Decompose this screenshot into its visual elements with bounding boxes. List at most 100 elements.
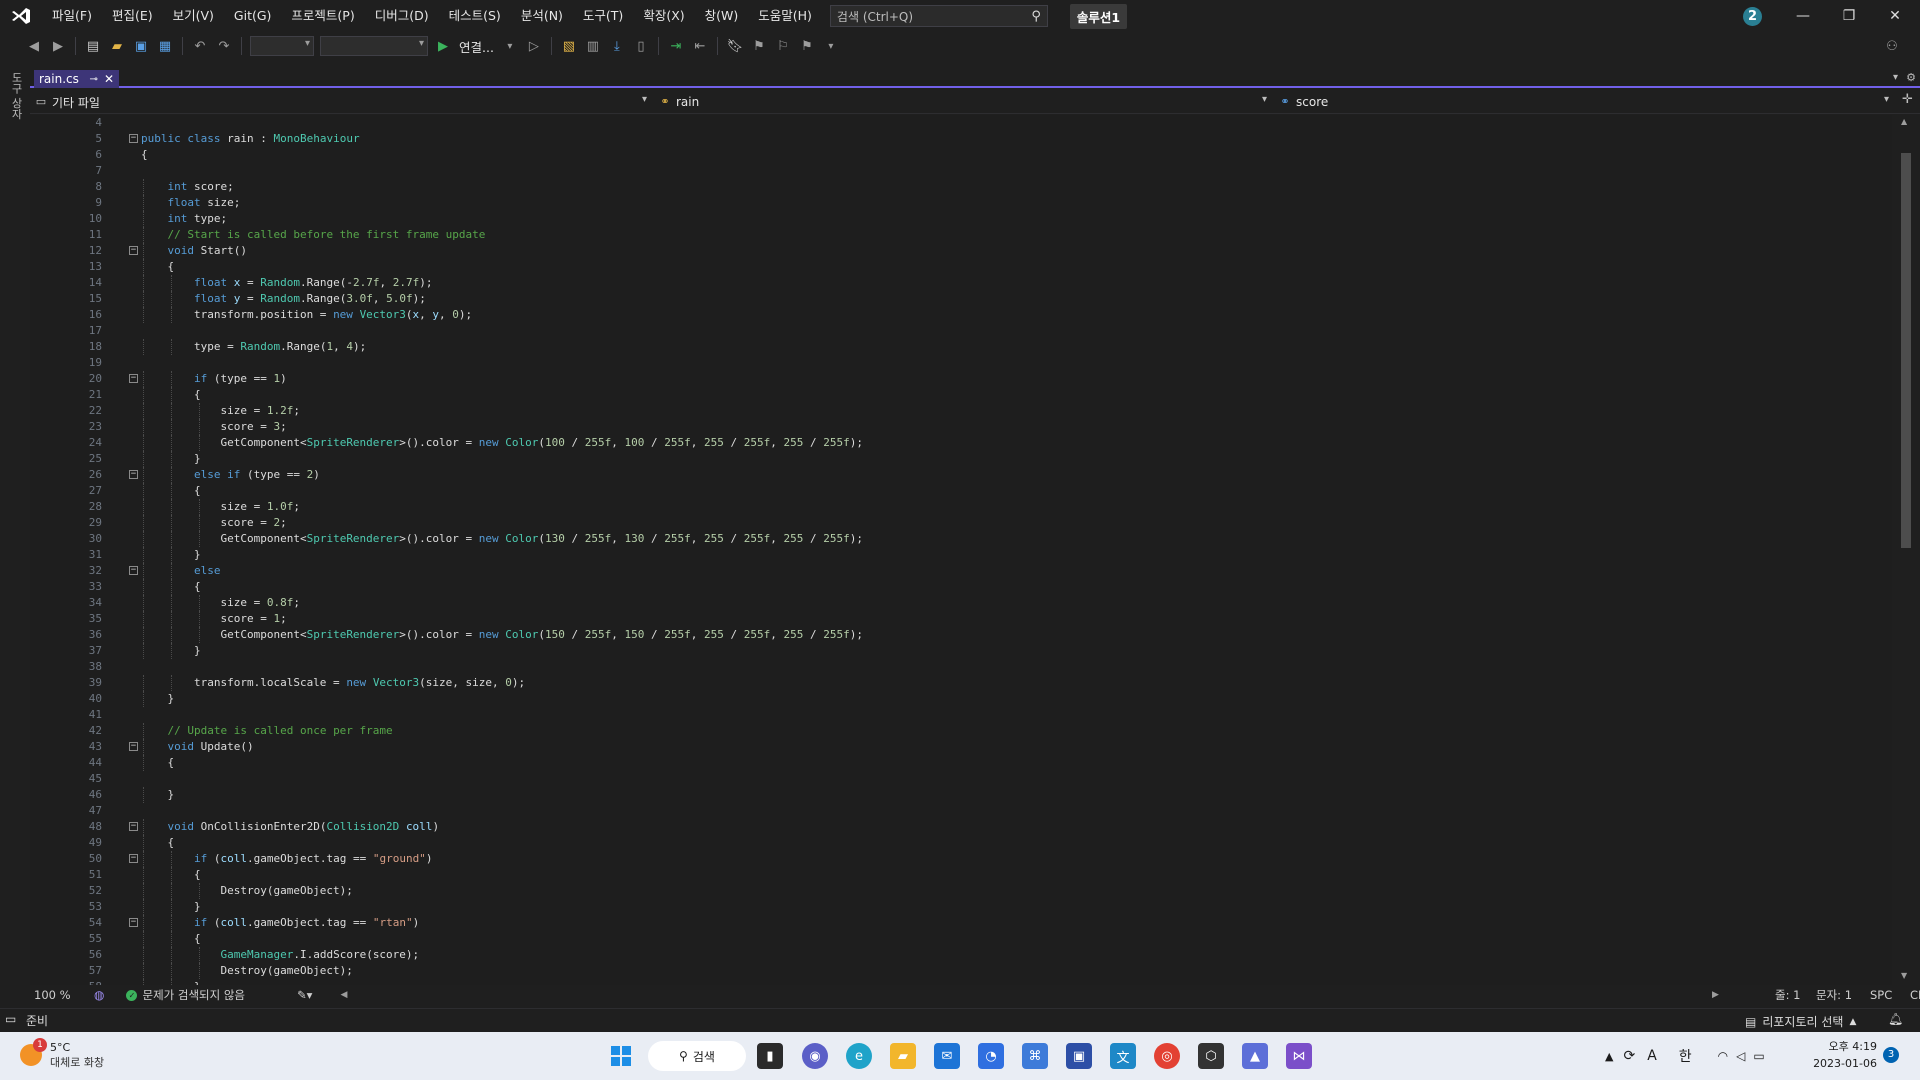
code-line[interactable]: 41 bbox=[30, 707, 1892, 723]
solution-name[interactable]: 솔루션1 bbox=[1069, 3, 1128, 29]
code-line[interactable]: 26 − else if (type == 2) bbox=[30, 467, 1892, 483]
chrome-browser-icon[interactable]: ◎ bbox=[1154, 1043, 1180, 1069]
collapse-icon[interactable]: − bbox=[129, 374, 138, 383]
battery-icon[interactable]: ▭ bbox=[1753, 1049, 1764, 1063]
mail-icon[interactable]: ✉ bbox=[934, 1043, 960, 1069]
code-line[interactable]: 55 { bbox=[30, 931, 1892, 947]
code-line[interactable]: 4 bbox=[30, 115, 1892, 131]
tab-list-dropdown-icon[interactable]: ▾ bbox=[1893, 72, 1898, 83]
split-editor-icon[interactable]: ✛ bbox=[1902, 92, 1913, 107]
project-dropdown[interactable]: ▭ 기타 파일 bbox=[34, 93, 100, 111]
layout-icon[interactable]: ▥ bbox=[583, 36, 603, 56]
code-line[interactable]: 32 − else bbox=[30, 563, 1892, 579]
run-button[interactable]: 연결... bbox=[459, 37, 494, 56]
toolbox-tab[interactable]: 도구 상자 bbox=[8, 72, 24, 120]
ai-assist-icon[interactable]: ◍ bbox=[94, 988, 104, 1002]
search-input[interactable]: 검색 (Ctrl+Q) ⚲ bbox=[829, 5, 1048, 27]
code-line[interactable]: 54 − if (coll.gameObject.tag == "rtan") bbox=[30, 915, 1892, 931]
code-line[interactable]: 5 − public class rain : MonoBehaviour bbox=[30, 131, 1892, 147]
code-line[interactable]: 13 { bbox=[30, 259, 1892, 275]
weather-widget[interactable]: 1 5°C 대체로 화창 bbox=[20, 1038, 104, 1070]
chevron-down-icon[interactable]: ▾ bbox=[1884, 94, 1889, 105]
code-line[interactable]: 12 − void Start() bbox=[30, 243, 1892, 259]
collapse-icon[interactable]: − bbox=[129, 246, 138, 255]
prev-bookmark-icon[interactable]: ⚑ bbox=[749, 36, 769, 56]
store-app-icon[interactable]: ▣ bbox=[1066, 1043, 1092, 1069]
code-line[interactable]: 33 { bbox=[30, 579, 1892, 595]
browse-icon[interactable]: ▧ bbox=[559, 36, 579, 56]
member-dropdown[interactable]: ⚭ score bbox=[1278, 93, 1328, 111]
scroll-up-icon[interactable]: ▲ bbox=[1901, 117, 1907, 126]
run-options-icon[interactable]: ▾ bbox=[500, 36, 520, 56]
code-line[interactable]: 30 GetComponent<SpriteRenderer>().color … bbox=[30, 531, 1892, 547]
collapse-icon[interactable]: − bbox=[129, 742, 138, 751]
volume-icon[interactable]: ◁ bbox=[1736, 1049, 1745, 1063]
code-line[interactable]: 28 size = 1.0f; bbox=[30, 499, 1892, 515]
sync-icon[interactable]: ⟳ bbox=[1623, 1048, 1635, 1064]
code-line[interactable]: 19 bbox=[30, 355, 1892, 371]
code-line[interactable]: 40 } bbox=[30, 691, 1892, 707]
save-icon[interactable]: ▣ bbox=[131, 36, 151, 56]
indent-icon[interactable]: ⇥ bbox=[666, 36, 686, 56]
back-icon[interactable]: ◀ bbox=[24, 36, 44, 56]
collapse-icon[interactable]: − bbox=[129, 822, 138, 831]
code-line[interactable]: 16 transform.position = new Vector3(x, y… bbox=[30, 307, 1892, 323]
restore-icon[interactable]: ❐ bbox=[1826, 0, 1872, 32]
step-icon[interactable]: ⤓ bbox=[607, 36, 627, 56]
code-editor[interactable]: 4 5− public class rain : MonoBehaviour 6{7 8… bbox=[30, 115, 1892, 985]
spacing-indicator[interactable]: SPC bbox=[1870, 988, 1892, 1002]
code-line[interactable]: 34 size = 0.8f; bbox=[30, 595, 1892, 611]
vertical-scrollbar[interactable]: ▲ ▼ bbox=[1892, 115, 1920, 985]
notification-count-badge[interactable]: 3 bbox=[1883, 1047, 1899, 1063]
columns-icon[interactable]: ▯ bbox=[631, 36, 651, 56]
ime-language[interactable]: 한 bbox=[1679, 1046, 1692, 1066]
scroll-left-icon[interactable]: ◀ bbox=[340, 990, 347, 1000]
task-view-icon[interactable]: ▮ bbox=[757, 1043, 783, 1069]
configuration-dropdown[interactable] bbox=[250, 36, 314, 56]
scrollbar-thumb[interactable] bbox=[1901, 153, 1911, 548]
pin-icon[interactable]: ⊸ bbox=[90, 74, 98, 85]
code-line[interactable]: 44 { bbox=[30, 755, 1892, 771]
menu-item-7[interactable]: 분석(N) bbox=[511, 0, 573, 32]
close-window-icon[interactable]: ✕ bbox=[1872, 0, 1918, 32]
code-line[interactable]: 43 − void Update() bbox=[30, 739, 1892, 755]
outdent-icon[interactable]: ⇤ bbox=[690, 36, 710, 56]
issues-indicator[interactable]: ✓ 문제가 검색되지 않음 bbox=[126, 987, 245, 1003]
redo-icon[interactable]: ↷ bbox=[214, 36, 234, 56]
save-all-icon[interactable]: ▦ bbox=[155, 36, 175, 56]
new-project-icon[interactable]: ▤ bbox=[83, 36, 103, 56]
code-line[interactable]: 38 bbox=[30, 659, 1892, 675]
scroll-right-icon[interactable]: ▶ bbox=[1712, 990, 1719, 1000]
app-icon[interactable]: ▲ bbox=[1242, 1043, 1268, 1069]
output-icon[interactable]: ▭ bbox=[5, 1012, 16, 1026]
menu-item-11[interactable]: 도움말(H) bbox=[748, 0, 822, 32]
taskbar-search[interactable]: ⚲ 검색 bbox=[648, 1041, 746, 1071]
menu-item-8[interactable]: 도구(T) bbox=[573, 0, 633, 32]
chevron-up-icon[interactable]: ▲ bbox=[1605, 1050, 1613, 1063]
live-share-icon[interactable]: ⚇ bbox=[1882, 36, 1902, 56]
code-line[interactable]: 18 type = Random.Range(1, 4); bbox=[30, 339, 1892, 355]
scroll-down-icon[interactable]: ▼ bbox=[1901, 971, 1907, 980]
translator-icon[interactable]: 文 bbox=[1110, 1043, 1136, 1069]
clear-bookmarks-icon[interactable]: ⚑ bbox=[797, 36, 817, 56]
code-line[interactable]: 22 size = 1.2f; bbox=[30, 403, 1892, 419]
menu-item-6[interactable]: 테스트(S) bbox=[439, 0, 511, 32]
code-line[interactable]: 36 GetComponent<SpriteRenderer>().color … bbox=[30, 627, 1892, 643]
code-line[interactable]: 6{ bbox=[30, 147, 1892, 163]
code-line[interactable]: 31 } bbox=[30, 547, 1892, 563]
collapse-icon[interactable]: − bbox=[129, 470, 138, 479]
code-line[interactable]: 25 } bbox=[30, 451, 1892, 467]
code-line[interactable]: 37 } bbox=[30, 643, 1892, 659]
settings-icon[interactable]: ⚙ bbox=[1906, 71, 1916, 84]
notification-badge[interactable]: 2 bbox=[1743, 7, 1762, 26]
collapse-icon[interactable]: − bbox=[129, 566, 138, 575]
code-line[interactable]: 8 int score; bbox=[30, 179, 1892, 195]
code-line[interactable]: 45 bbox=[30, 771, 1892, 787]
menu-item-4[interactable]: 프로젝트(P) bbox=[281, 0, 364, 32]
close-tab-icon[interactable]: ✕ bbox=[104, 72, 114, 86]
undo-icon[interactable]: ↶ bbox=[190, 36, 210, 56]
code-line[interactable]: 17 bbox=[30, 323, 1892, 339]
collapse-icon[interactable]: − bbox=[129, 854, 138, 863]
platform-dropdown[interactable] bbox=[320, 36, 428, 56]
menu-item-0[interactable]: 파일(F) bbox=[42, 0, 102, 32]
